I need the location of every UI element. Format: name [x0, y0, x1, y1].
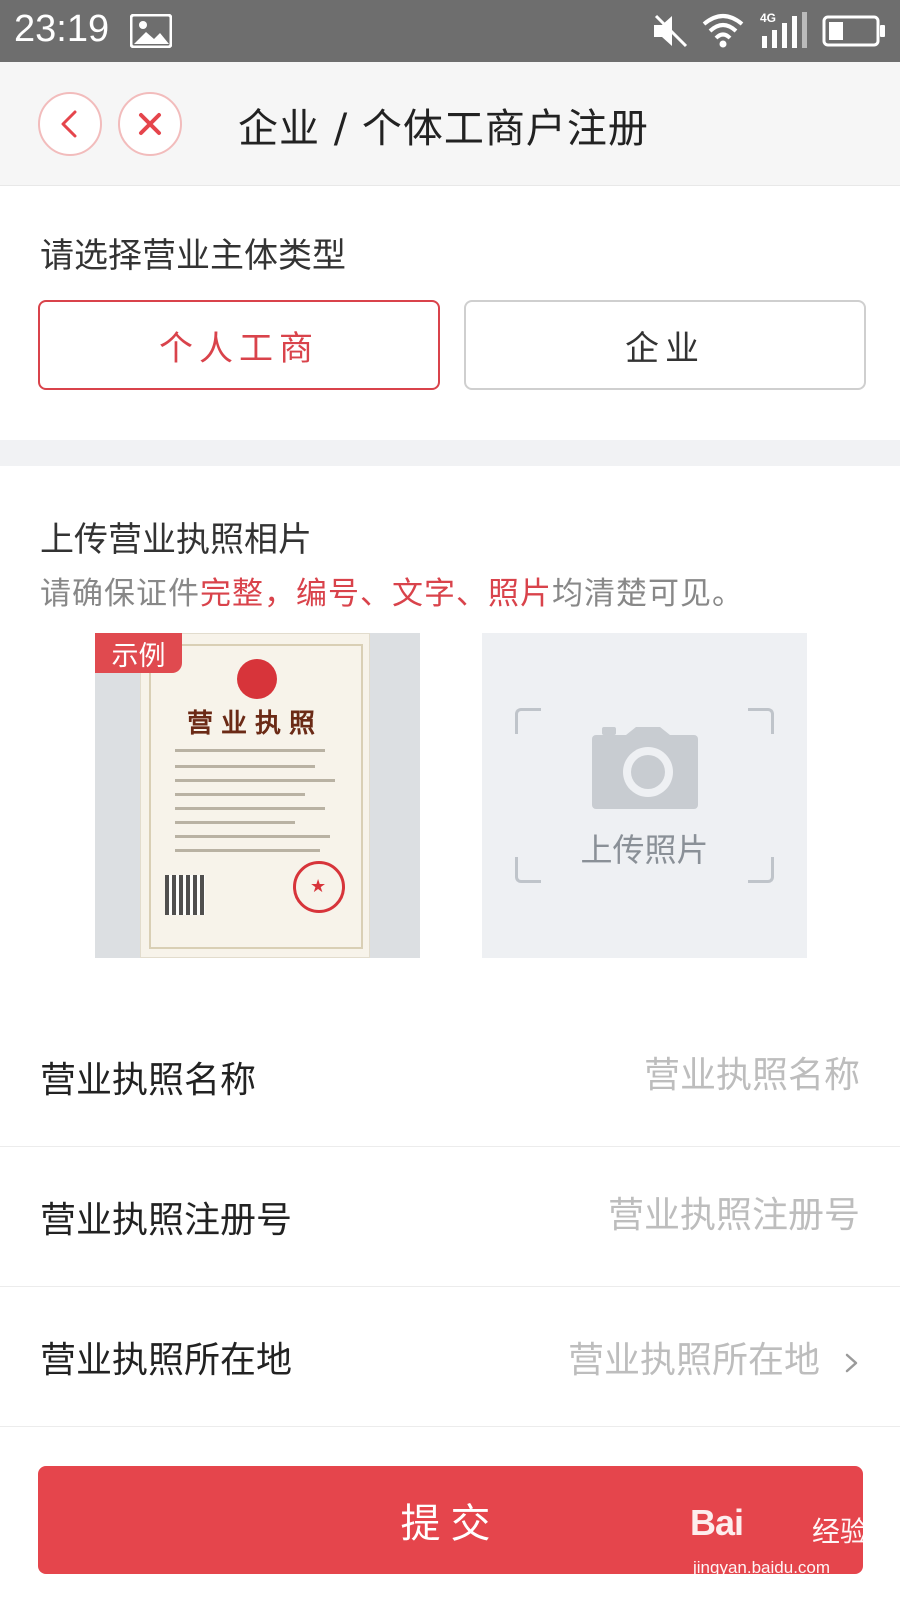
watermark-url: jingyan.baidu.com: [693, 1558, 831, 1577]
license-name-input[interactable]: [480, 1047, 860, 1103]
camera-icon: [592, 727, 698, 809]
hint-part-1: 请确保证件: [40, 576, 200, 612]
chevron-left-icon: [61, 110, 77, 138]
example-license-image: 营业执照 ★ 示例: [95, 633, 420, 958]
watermark-cn: 经验: [812, 1515, 869, 1548]
form-row-license-name: 营业执照名称: [0, 1007, 900, 1147]
chevron-right-icon: [845, 1353, 858, 1373]
back-button[interactable]: [38, 92, 102, 156]
form-row-registration-number: 营业执照注册号: [0, 1147, 900, 1287]
upload-hint: 请确保证件完整，编号、文字、照片均清楚可见。: [40, 568, 744, 613]
hint-part-2: 完整，编号、文字、照片: [200, 576, 552, 612]
qr-code-icon: [165, 875, 205, 915]
registration-number-input[interactable]: [480, 1187, 860, 1243]
registration-number-label: 营业执照注册号: [40, 1200, 293, 1241]
status-time: 23:19: [14, 8, 110, 50]
wifi-icon: [702, 14, 744, 48]
form-row-license-location[interactable]: 营业执照所在地 营业执照所在地: [0, 1287, 900, 1427]
mute-icon: [654, 14, 688, 48]
upload-photo-label: 上传照片: [580, 831, 709, 869]
national-emblem-icon: [237, 659, 277, 699]
license-location-selector[interactable]: 营业执照所在地: [568, 1331, 820, 1383]
example-badge: 示例: [95, 633, 182, 673]
hint-part-3: 均清楚可见。: [552, 576, 744, 612]
section-divider: [0, 440, 900, 466]
example-cert-title: 营业执照: [186, 709, 323, 739]
entity-type-label: 请选择营业主体类型: [40, 236, 346, 276]
watermark-logo: Bai: [690, 1502, 744, 1543]
close-icon: [139, 113, 161, 135]
battery-icon: [822, 15, 885, 47]
signal-4g-icon: 4G: [760, 11, 807, 48]
license-location-label: 营业执照所在地: [40, 1340, 293, 1381]
page-title: 企业 / 个体工商户注册: [238, 106, 649, 152]
image-icon: [130, 14, 172, 48]
license-name-label: 营业执照名称: [40, 1060, 257, 1101]
upload-photo-button[interactable]: 上传照片: [482, 633, 807, 958]
baidu-jingyan-watermark: Bai 经验 jingyan.baidu.com: [690, 1502, 890, 1592]
nav-header: 企业 / 个体工商户注册: [0, 62, 900, 186]
star-icon: ★: [310, 876, 327, 897]
option-individual-business[interactable]: 个人工商: [38, 300, 440, 390]
status-bar: 23:19 4G: [0, 0, 900, 62]
option-enterprise[interactable]: 企业: [464, 300, 866, 390]
upload-section-title: 上传营业执照相片: [40, 520, 312, 560]
close-button[interactable]: [118, 92, 182, 156]
network-type-label: 4G: [760, 11, 776, 25]
